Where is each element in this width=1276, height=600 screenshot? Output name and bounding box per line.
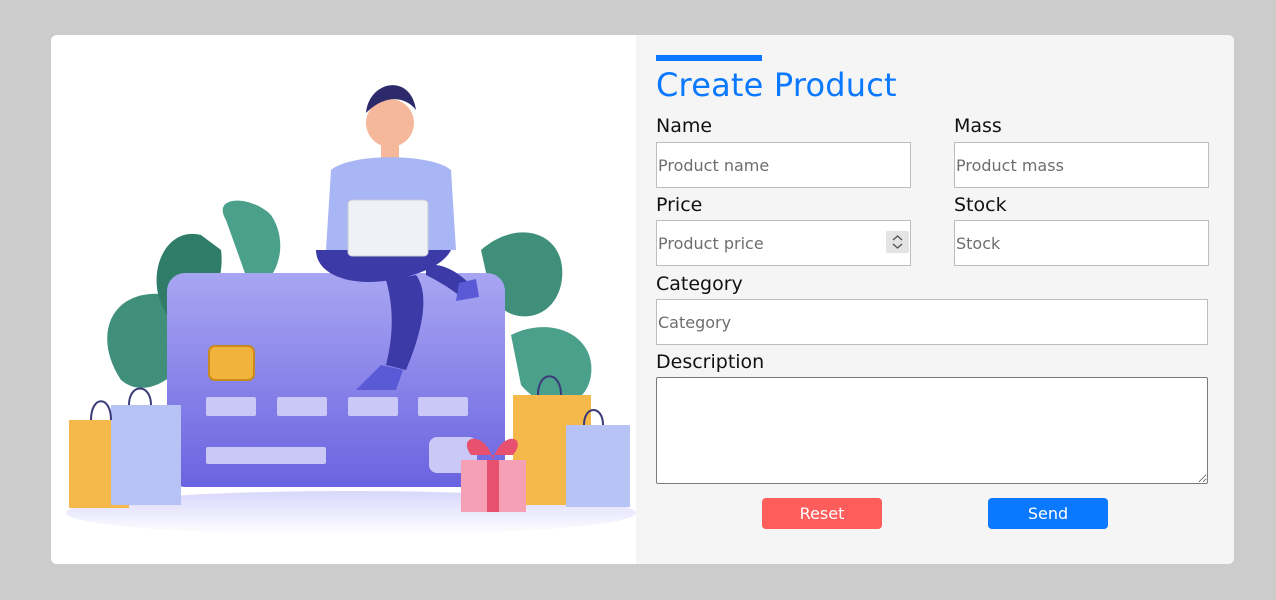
price-label: Price bbox=[656, 194, 703, 216]
page-title: Create Product bbox=[656, 66, 897, 104]
description-label: Description bbox=[656, 351, 765, 373]
shopping-illustration bbox=[51, 35, 636, 564]
reset-button[interactable]: Reset bbox=[762, 498, 882, 529]
stock-input[interactable] bbox=[954, 220, 1209, 266]
category-input[interactable] bbox=[656, 299, 1208, 345]
name-input[interactable] bbox=[656, 142, 911, 188]
category-label: Category bbox=[656, 273, 743, 295]
mass-input[interactable] bbox=[954, 142, 1209, 188]
price-input[interactable] bbox=[656, 220, 911, 266]
title-accent-bar bbox=[656, 55, 762, 61]
send-button[interactable]: Send bbox=[988, 498, 1108, 529]
stock-label: Stock bbox=[954, 194, 1007, 216]
mass-label: Mass bbox=[954, 115, 1002, 137]
shopping-illustration-art bbox=[66, 85, 636, 535]
price-field bbox=[656, 220, 911, 266]
create-product-card: Create Product Name Mass Price Stock Cat… bbox=[51, 35, 1234, 564]
name-label: Name bbox=[656, 115, 713, 137]
product-form: Create Product Name Mass Price Stock Cat… bbox=[636, 35, 1234, 564]
description-textarea[interactable] bbox=[656, 377, 1208, 484]
number-spinner-icon[interactable] bbox=[886, 231, 909, 253]
